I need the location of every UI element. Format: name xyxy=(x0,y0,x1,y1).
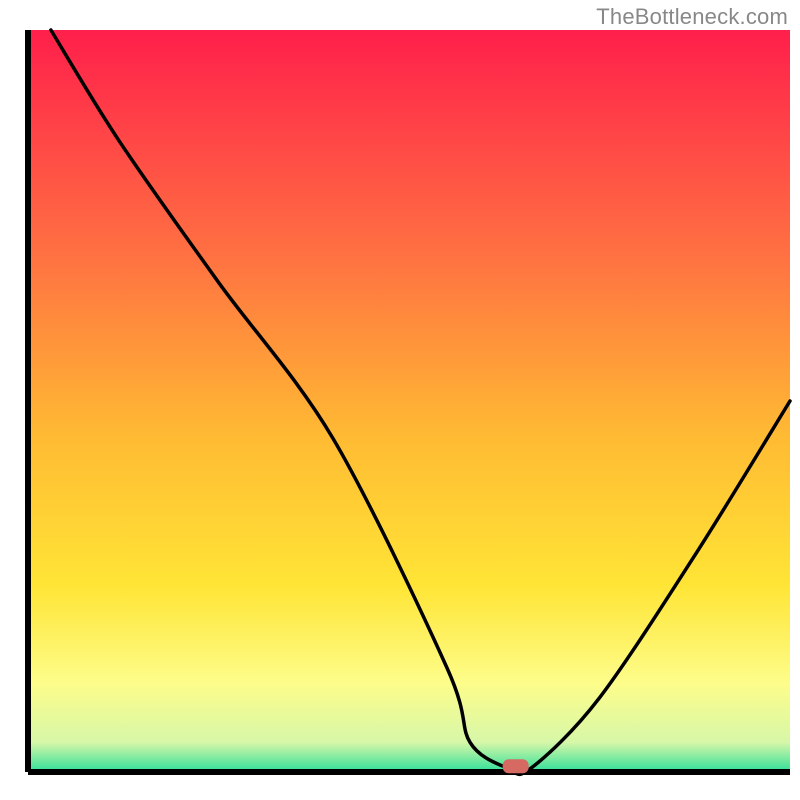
plot-background xyxy=(28,30,790,772)
bottleneck-chart: TheBottleneck.com xyxy=(0,0,800,800)
chart-canvas xyxy=(0,0,800,800)
watermark-text: TheBottleneck.com xyxy=(596,4,788,30)
minimum-marker xyxy=(503,759,529,773)
